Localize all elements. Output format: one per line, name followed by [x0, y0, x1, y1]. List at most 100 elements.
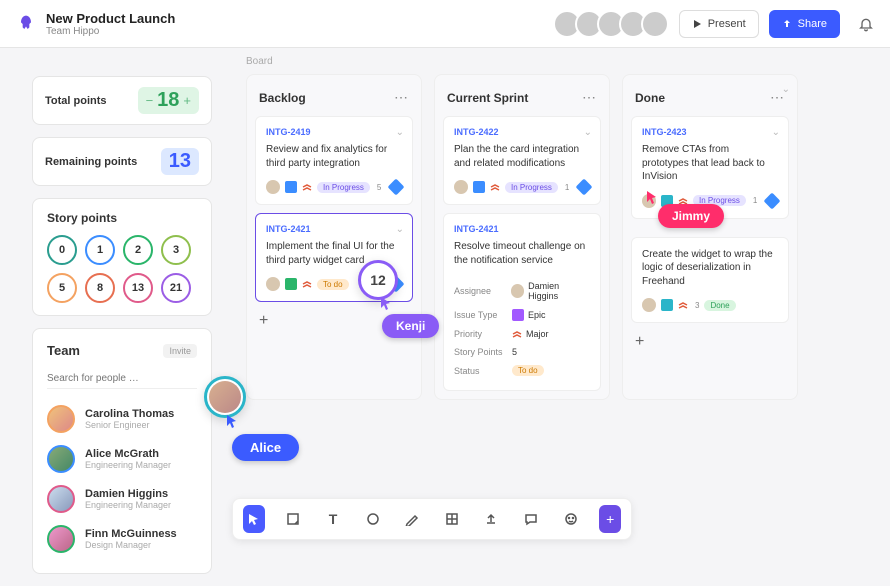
chevron-down-icon[interactable]: ⌄ [772, 127, 780, 138]
drawing-toolbar: T + [232, 498, 632, 540]
detail-label: Status [454, 366, 512, 376]
ticket-id: INTG-2421 [454, 224, 590, 234]
avatar [47, 405, 75, 433]
bell-icon[interactable] [858, 16, 874, 32]
story-points-value: 5 [512, 347, 517, 357]
ticket-id: INTG-2419 [266, 127, 402, 137]
assignee-avatar [266, 180, 280, 194]
chevron-down-icon[interactable]: ⌄ [584, 127, 592, 138]
avatar[interactable] [641, 10, 669, 38]
cursor-icon [226, 414, 238, 428]
team-search-input[interactable] [47, 369, 197, 389]
assignee-avatar [511, 284, 525, 298]
story-point-chip[interactable]: 21 [161, 273, 191, 303]
ticket-card[interactable]: Create the widget to wrap the logic of d… [631, 237, 789, 324]
comment-tool[interactable] [520, 505, 542, 533]
member-name: Alice McGrath [85, 448, 171, 460]
points-value: 1 [565, 183, 569, 192]
play-icon [692, 19, 702, 29]
status-pill: In Progress [317, 182, 370, 193]
remaining-points-label: Remaining points [45, 156, 137, 168]
status-pill: To do [317, 279, 349, 290]
story-points-card: Story points 0123581321 [32, 198, 212, 316]
points-value: 5 [377, 183, 381, 192]
priority-icon [512, 329, 522, 339]
share-button[interactable]: Share [769, 10, 840, 38]
ticket-id: INTG-2421 [266, 224, 402, 234]
status-pill: Done [704, 300, 735, 311]
chevron-down-icon[interactable]: ⌄ [396, 224, 404, 235]
team-member-row[interactable]: Carolina ThomasSenior Engineer [47, 399, 197, 439]
add-card-button[interactable]: + [631, 331, 648, 353]
present-button[interactable]: Present [679, 10, 759, 38]
member-name: Finn McGuinness [85, 528, 177, 540]
alice-cursor-label: Alice [232, 434, 299, 461]
member-role: Engineering Manager [85, 460, 171, 470]
ticket-title: Resolve timeout challenge on the notific… [454, 240, 590, 267]
add-tool[interactable]: + [599, 505, 621, 533]
story-point-chip[interactable]: 8 [85, 273, 115, 303]
story-point-chip[interactable]: 3 [161, 235, 191, 265]
collaborator-avatars[interactable] [559, 10, 669, 38]
ticket-title: Plan the the card integration and relate… [454, 143, 590, 170]
sticky-note-tool[interactable] [283, 505, 305, 533]
assignee-avatar [266, 277, 280, 291]
total-points-card: Total points − 18 + [32, 76, 212, 125]
ticket-card[interactable]: INTG-2419 ⌄ Review and fix analytics for… [255, 116, 413, 205]
issue-type-value: Epic [528, 310, 546, 320]
column-menu-icon[interactable]: ⋯ [582, 89, 597, 106]
detail-label: Issue Type [454, 310, 512, 320]
detail-label: Story Points [454, 347, 512, 357]
top-bar: New Product Launch Team Hippo Present Sh… [0, 0, 890, 48]
cursor-icon [380, 296, 392, 310]
diamond-icon [576, 179, 593, 196]
column-title: Done [635, 91, 665, 105]
board-label: Board [246, 56, 273, 67]
diamond-icon [764, 192, 781, 209]
avatar [47, 445, 75, 473]
story-point-chip[interactable]: 5 [47, 273, 77, 303]
diamond-icon [388, 179, 405, 196]
issue-type-icon [473, 181, 485, 193]
points-value: 1 [753, 196, 757, 205]
jimmy-cursor-label: Jimmy [658, 204, 724, 228]
story-point-chip[interactable]: 13 [123, 273, 153, 303]
assignee-avatar [454, 180, 468, 194]
remaining-points-value: 13 [161, 148, 199, 175]
upload-tool[interactable] [481, 505, 503, 533]
decrement-button[interactable]: − [146, 93, 154, 108]
pen-tool[interactable] [401, 505, 423, 533]
rocket-icon [16, 14, 36, 34]
pointer-tool[interactable] [243, 505, 265, 533]
issue-type-icon [285, 181, 297, 193]
avatar [47, 485, 75, 513]
team-member-row[interactable]: Finn McGuinnessDesign Manager [47, 519, 197, 559]
cursor-icon [646, 190, 658, 204]
story-point-chip[interactable]: 1 [85, 235, 115, 265]
team-card: Team Invite Carolina ThomasSenior Engine… [32, 328, 212, 574]
story-point-chip[interactable]: 2 [123, 235, 153, 265]
priority-icon [678, 300, 688, 310]
chevron-down-icon[interactable]: ⌄ [782, 84, 790, 95]
shape-tool[interactable] [362, 505, 384, 533]
ticket-id: INTG-2422 [454, 127, 590, 137]
column-menu-icon[interactable]: ⋯ [394, 89, 409, 106]
grid-tool[interactable] [441, 505, 463, 533]
share-label: Share [798, 18, 827, 30]
chevron-down-icon[interactable]: ⌄ [396, 127, 404, 138]
member-name: Carolina Thomas [85, 408, 174, 420]
story-point-chip[interactable]: 0 [47, 235, 77, 265]
priority-value: Major [526, 329, 549, 339]
ticket-detail-card[interactable]: INTG-2421 ⌄ Resolve timeout challenge on… [443, 213, 601, 391]
text-tool[interactable]: T [322, 505, 344, 533]
ticket-card[interactable]: INTG-2422 ⌄ Plan the the card integratio… [443, 116, 601, 205]
emoji-tool[interactable] [560, 505, 582, 533]
add-card-button[interactable]: + [255, 310, 272, 332]
ticket-id: INTG-2423 [642, 127, 778, 137]
assignee-name: Damien Higgins [528, 281, 590, 301]
alice-avatar-bubble [204, 376, 246, 418]
team-member-row[interactable]: Damien HigginsEngineering Manager [47, 479, 197, 519]
invite-button[interactable]: Invite [163, 344, 197, 358]
team-member-row[interactable]: Alice McGrathEngineering Manager [47, 439, 197, 479]
increment-button[interactable]: + [183, 93, 191, 108]
